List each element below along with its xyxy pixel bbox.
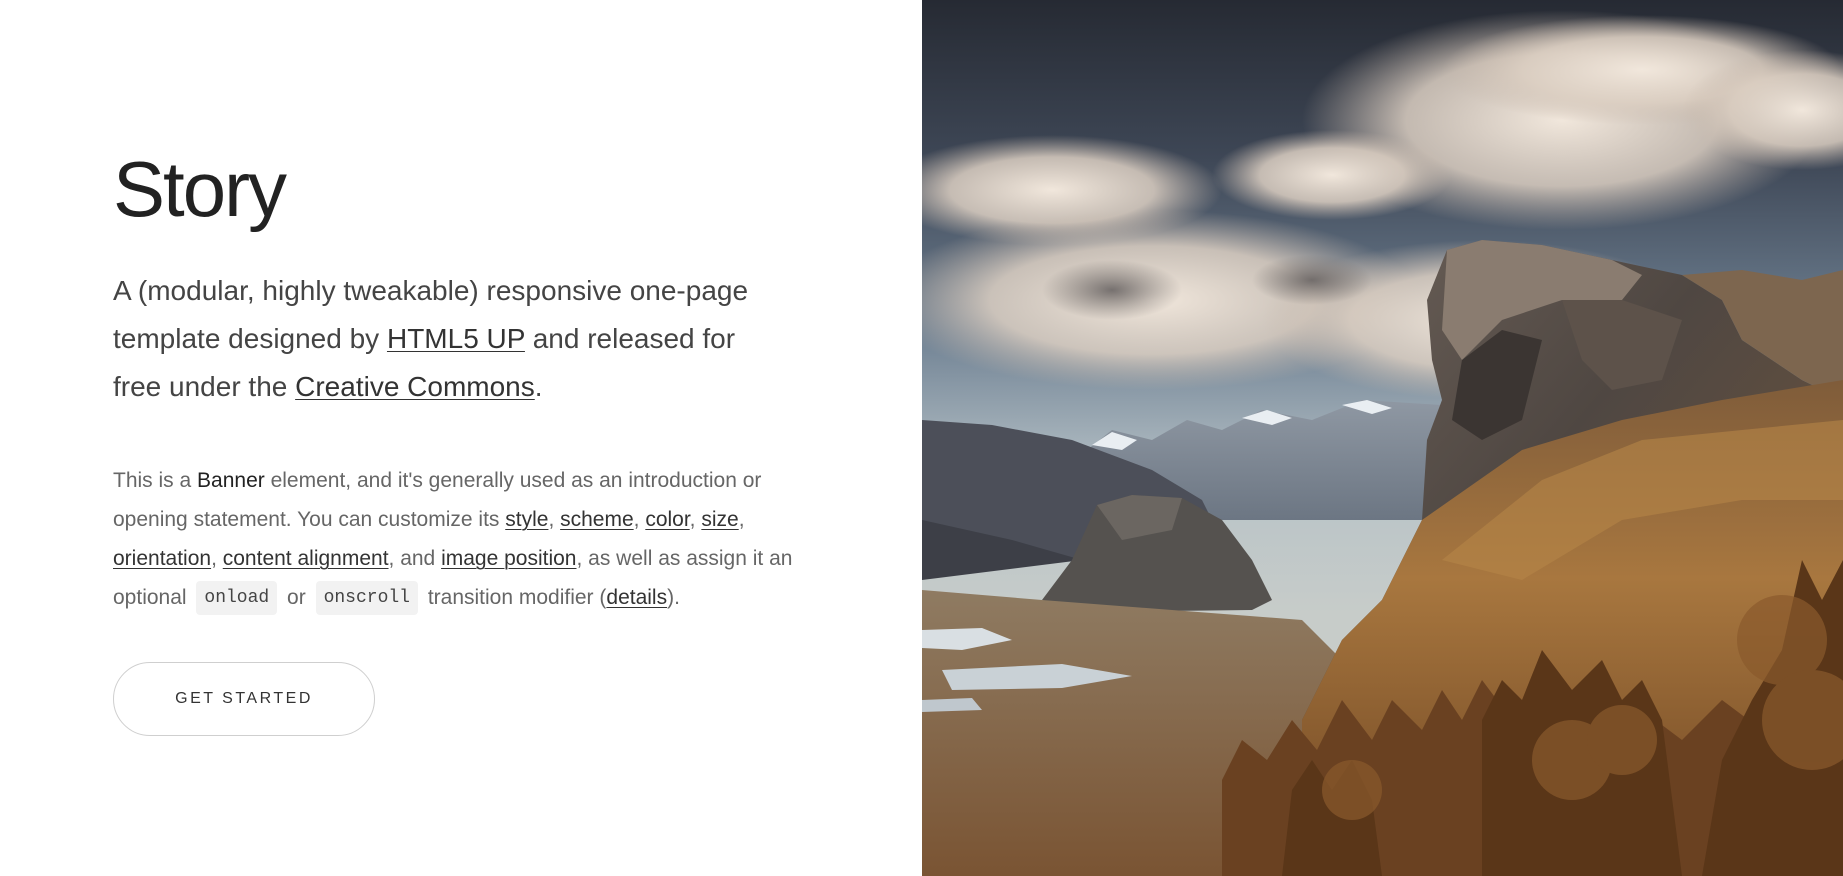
style-link[interactable]: style: [505, 508, 548, 531]
separator: ,: [633, 508, 646, 531]
landscape-photo: [922, 0, 1843, 876]
description-text: ).: [667, 586, 680, 609]
size-link[interactable]: size: [701, 508, 738, 531]
separator: ,: [548, 508, 561, 531]
separator: ,: [689, 508, 702, 531]
lead-text: .: [534, 371, 543, 402]
get-started-button[interactable]: GET STARTED: [113, 662, 375, 736]
html5up-link[interactable]: HTML5 UP: [387, 323, 525, 354]
banner-content: Story A (modular, highly tweakable) resp…: [0, 0, 922, 876]
banner-lead: A (modular, highly tweakable) responsive…: [113, 267, 773, 411]
banner-image: [922, 0, 1843, 876]
banner-title: Story: [113, 145, 287, 233]
content-alignment-link[interactable]: content alignment: [223, 547, 389, 570]
color-link[interactable]: color: [645, 508, 689, 531]
description-text: , and: [388, 547, 442, 570]
description-text: or: [281, 586, 312, 609]
description-text: This is a: [113, 469, 198, 492]
onload-code: onload: [196, 581, 278, 616]
onscroll-code: onscroll: [315, 581, 418, 616]
orientation-link[interactable]: orientation: [113, 547, 211, 570]
creative-commons-link[interactable]: Creative Commons: [295, 371, 535, 402]
image-position-link[interactable]: image position: [441, 547, 576, 570]
banner: Story A (modular, highly tweakable) resp…: [0, 0, 1843, 876]
banner-description: This is a Banner element, and it's gener…: [113, 461, 833, 617]
banner-strong-text: Banner: [197, 469, 265, 492]
details-link[interactable]: details: [606, 586, 667, 609]
scheme-link[interactable]: scheme: [560, 508, 634, 531]
separator: ,: [211, 547, 223, 570]
separator: ,: [738, 508, 745, 531]
description-text: transition modifier (: [421, 586, 607, 609]
